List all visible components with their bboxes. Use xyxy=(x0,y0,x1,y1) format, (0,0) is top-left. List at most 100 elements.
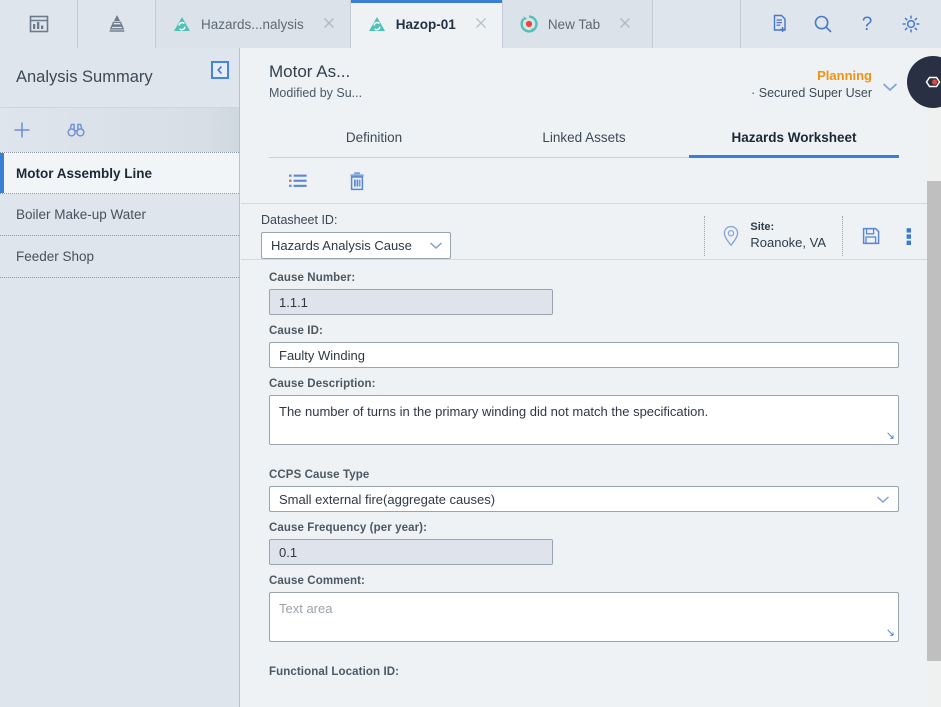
feedback-icon xyxy=(925,76,941,88)
field-cause-description: Cause Description: The number of turns i… xyxy=(269,378,899,445)
sidebar-collapse-button[interactable] xyxy=(211,61,229,79)
datasheet-value: Hazards Analysis Cause xyxy=(271,238,412,253)
document-header: Motor As... Modified by Su... Planning ·… xyxy=(241,48,927,120)
browser-tab-bar: Hazards...nalysis Hazop-01 New Tab ? xyxy=(0,0,941,48)
sidebar: Analysis Summary Motor Assembly Line Boi… xyxy=(0,48,240,707)
datasheet-label: Datasheet ID: xyxy=(261,213,338,227)
cause-comment-textarea[interactable]: Text area ↘ xyxy=(269,592,899,642)
field-label: CCPS Cause Type xyxy=(269,469,370,481)
cause-number-input[interactable]: 1.1.1 xyxy=(269,289,553,315)
new-tab-icon xyxy=(519,14,539,34)
pyramid-icon[interactable] xyxy=(78,0,156,48)
datasheet-select[interactable]: Hazards Analysis Cause xyxy=(261,232,451,259)
sidebar-toolbar xyxy=(0,108,239,152)
sidebar-item-motor-assembly-line[interactable]: Motor Assembly Line xyxy=(0,152,239,194)
main-content: Motor As... Modified by Su... Planning ·… xyxy=(241,48,941,707)
chevron-down-icon[interactable] xyxy=(881,80,899,98)
field-value: Small external fire(aggregate causes) xyxy=(279,491,496,507)
tab-label: Hazards Worksheet xyxy=(731,130,857,145)
field-value: The number of turns in the primary windi… xyxy=(279,404,709,419)
tab-bar-spacer xyxy=(653,0,741,48)
site-info: Site: Roanoke, VA xyxy=(705,220,842,251)
field-value: 0.1 xyxy=(279,544,298,560)
tab-bar-actions: ? xyxy=(741,0,941,48)
search-icon[interactable] xyxy=(811,12,835,36)
field-cause-comment: Cause Comment: Text area ↘ xyxy=(269,575,899,642)
worksheet-toolbar xyxy=(241,158,927,204)
help-icon[interactable]: ? xyxy=(855,12,879,36)
sidebar-item-label: Feeder Shop xyxy=(16,249,95,264)
field-label: Cause Description: xyxy=(269,378,376,390)
status-block: Planning · Secured Super User xyxy=(751,68,872,100)
status-user: · Secured Super User xyxy=(751,86,872,100)
field-label: Cause Comment: xyxy=(269,575,365,587)
status-badge: Planning xyxy=(817,68,872,83)
close-icon[interactable] xyxy=(322,16,338,32)
cause-description-textarea[interactable]: The number of turns in the primary windi… xyxy=(269,395,899,445)
field-label: Functional Location ID: xyxy=(269,666,400,678)
new-document-icon[interactable] xyxy=(767,12,791,36)
scrollbar-thumb[interactable] xyxy=(927,181,941,661)
application-window: Hazards...nalysis Hazop-01 New Tab ? Ana… xyxy=(0,0,941,707)
tab-hazards-worksheet[interactable]: Hazards Worksheet xyxy=(689,120,899,158)
field-label: Cause Frequency (per year): xyxy=(269,522,428,534)
field-label: Cause ID: xyxy=(269,325,323,337)
sidebar-header: Analysis Summary xyxy=(0,48,239,108)
sidebar-item-label: Motor Assembly Line xyxy=(16,165,153,181)
field-cause-id: Cause ID: Faulty Winding xyxy=(269,325,899,368)
sidebar-item-feeder-shop[interactable]: Feeder Shop xyxy=(0,236,239,278)
list-view-icon[interactable] xyxy=(287,171,309,191)
resize-handle-icon[interactable]: ↘ xyxy=(886,429,895,442)
browser-tab-new-tab[interactable]: New Tab xyxy=(502,0,653,48)
browser-tab-label: Hazards...nalysis xyxy=(201,16,304,32)
cause-frequency-input[interactable]: 0.1 xyxy=(269,539,553,565)
browser-tab-label: New Tab xyxy=(547,16,601,32)
datasheet-selector: Datasheet ID: Hazards Analysis Cause xyxy=(261,213,451,259)
field-value: Faulty Winding xyxy=(279,347,365,363)
field-cause-frequency: Cause Frequency (per year): 0.1 xyxy=(269,522,899,565)
ccps-cause-type-select[interactable]: Small external fire(aggregate causes) xyxy=(269,486,899,512)
vertical-scrollbar[interactable] xyxy=(927,48,941,707)
location-pin-icon xyxy=(724,225,739,247)
field-label: Cause Number: xyxy=(269,272,356,284)
browser-tab-hazop-01[interactable]: Hazop-01 xyxy=(350,0,503,48)
tab-label: Linked Assets xyxy=(542,130,626,145)
field-cause-number: Cause Number: 1.1.1 xyxy=(269,272,899,315)
field-placeholder: Text area xyxy=(279,601,333,616)
close-icon[interactable] xyxy=(618,16,634,32)
field-ccps-cause-type: CCPS Cause Type Small external fire(aggr… xyxy=(269,469,899,512)
binoculars-icon[interactable] xyxy=(64,118,88,142)
field-value: 1.1.1 xyxy=(279,294,308,310)
datasheet-form: Cause Number: 1.1.1 Cause ID: Faulty Win… xyxy=(241,260,927,678)
more-options-icon[interactable] xyxy=(899,225,927,247)
tab-definition[interactable]: Definition xyxy=(269,120,479,157)
chevron-down-icon xyxy=(429,242,443,250)
site-value: Roanoke, VA xyxy=(750,234,826,250)
close-icon[interactable] xyxy=(474,16,490,32)
site-label: Site: xyxy=(750,221,775,234)
field-functional-location-id: Functional Location ID: xyxy=(269,666,899,678)
datasheet-row: Datasheet ID: Hazards Analysis Cause Sit… xyxy=(241,204,927,260)
svg-text:?: ? xyxy=(862,14,873,35)
sidebar-item-boiler-make-up-water[interactable]: Boiler Make-up Water xyxy=(0,194,239,236)
chevron-down-icon xyxy=(876,495,890,503)
resize-handle-icon[interactable]: ↘ xyxy=(886,626,895,639)
datasheet-actions: Site: Roanoke, VA xyxy=(704,213,927,259)
sidebar-title: Analysis Summary xyxy=(16,68,153,86)
settings-icon[interactable] xyxy=(899,12,923,36)
page-tabs: Definition Linked Assets Hazards Workshe… xyxy=(269,120,899,158)
hazards-analysis-icon xyxy=(172,14,192,34)
hazards-analysis-icon xyxy=(367,14,387,34)
sidebar-item-label: Boiler Make-up Water xyxy=(16,207,147,222)
dashboard-icon[interactable] xyxy=(0,0,78,48)
save-icon[interactable] xyxy=(843,226,899,246)
delete-icon[interactable] xyxy=(347,170,367,192)
worksheet-panel: Motor As... Modified by Su... Planning ·… xyxy=(241,48,927,707)
browser-tab-hazards-analysis[interactable]: Hazards...nalysis xyxy=(156,0,351,48)
add-icon[interactable] xyxy=(10,118,34,142)
tab-linked-assets[interactable]: Linked Assets xyxy=(479,120,689,157)
cause-id-input[interactable]: Faulty Winding xyxy=(269,342,899,368)
browser-tab-label: Hazop-01 xyxy=(395,16,456,32)
